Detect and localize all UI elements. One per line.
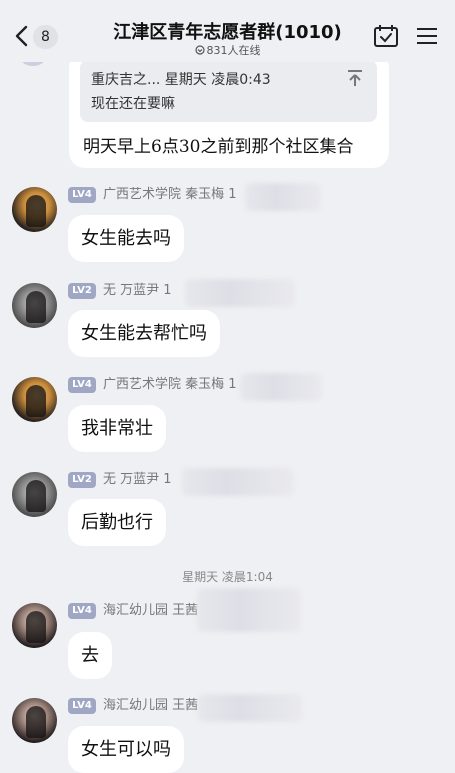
redacted-blur [197, 588, 301, 632]
avatar[interactable] [12, 472, 57, 517]
redacted-blur [198, 694, 302, 722]
sender-name[interactable]: 无 万蓝尹 1 [103, 472, 172, 488]
quoted-message[interactable]: 重庆吉之... 星期天 凌晨0:43 现在还在要嘛 [80, 60, 377, 122]
avatar[interactable] [12, 187, 57, 232]
message-bubble[interactable]: 女生可以吗 [68, 726, 184, 773]
message-bubble[interactable]: 后勤也行 [68, 499, 166, 546]
sender-name[interactable]: 广西艺术学院 秦玉梅 1 [103, 377, 237, 393]
level-badge: LV2 [68, 283, 96, 299]
sender-name[interactable]: 无 万蓝尹 1 [103, 283, 172, 299]
online-status-icon [194, 45, 205, 55]
redacted-blur [182, 468, 294, 496]
level-badge: LV4 [68, 377, 96, 393]
message-bubble[interactable]: 去 [68, 632, 112, 679]
message-text: 明天早上6点30之前到那个社区集合 [83, 137, 354, 157]
avatar[interactable] [12, 283, 57, 328]
avatar[interactable] [12, 377, 57, 422]
message-bubble[interactable]: 重庆吉之... 星期天 凌晨0:43 现在还在要嘛 明天早上6点30之前到那个社… [69, 52, 389, 168]
sender-name[interactable]: 广西艺术学院 秦玉梅 1 [103, 187, 237, 203]
chat-header: 8 江津区青年志愿者群(1010) 831人在线 [0, 0, 455, 62]
quote-meta: 重庆吉之... 星期天 凌晨0:43 [91, 72, 271, 88]
redacted-blur [245, 183, 321, 211]
menu-icon[interactable] [416, 26, 438, 46]
message-bubble[interactable]: 女生能去帮忙吗 [68, 310, 220, 357]
time-divider: 星期天 凌晨1:04 [182, 570, 273, 584]
message-bubble[interactable]: 女生能去吗 [68, 215, 184, 262]
level-badge: LV2 [68, 472, 96, 488]
quote-jump-icon[interactable] [347, 69, 363, 87]
sender-name[interactable]: 海汇幼儿园 王茜 [103, 698, 198, 714]
calendar-check-icon[interactable] [373, 24, 399, 48]
message-bubble[interactable]: 我非常壮 [68, 405, 166, 452]
online-count: 831人在线 [206, 44, 261, 57]
quote-text: 现在还在要嘛 [91, 96, 175, 112]
redacted-blur [240, 373, 322, 401]
sender-name[interactable]: 海汇幼儿园 王茜 [103, 603, 198, 619]
level-badge: LV4 [68, 187, 96, 203]
redacted-blur [185, 279, 295, 307]
avatar[interactable] [12, 698, 57, 743]
avatar[interactable] [12, 603, 57, 648]
level-badge: LV4 [68, 698, 96, 714]
level-badge: LV4 [68, 603, 96, 619]
